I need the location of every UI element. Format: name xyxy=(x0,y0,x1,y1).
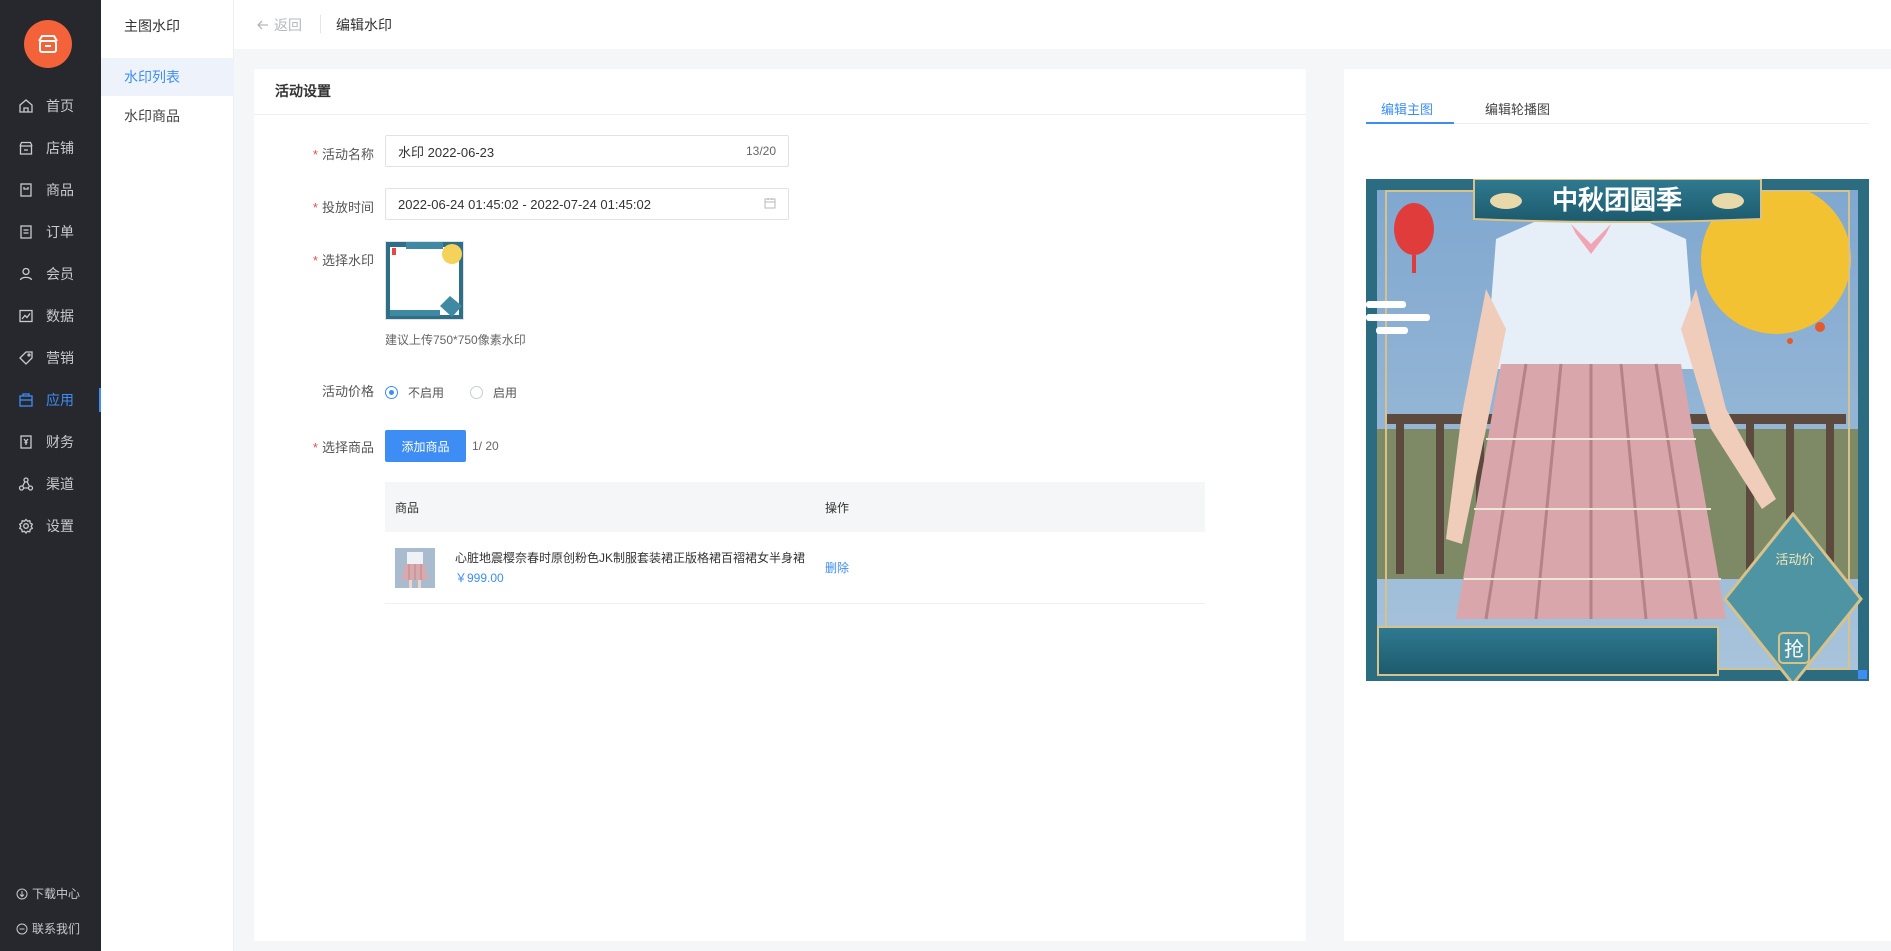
tab-active-indicator xyxy=(1366,122,1454,124)
name-label: * 活动名称 xyxy=(312,147,374,162)
order-icon xyxy=(18,224,34,240)
watermark-label: * 选择水印 xyxy=(312,253,374,268)
subnav-item-watermark-products[interactable]: 水印商品 xyxy=(101,97,234,135)
preview-panel: 编辑主图 编辑轮播图 中秋团圆季 活动价 抢 xyxy=(1344,69,1891,941)
divider xyxy=(320,15,321,33)
chat-icon xyxy=(16,923,28,935)
tab-edit-main-image[interactable]: 编辑主图 xyxy=(1381,99,1433,118)
nav-label: 营销 xyxy=(46,350,74,366)
page-title: 编辑水印 xyxy=(336,17,392,33)
app-icon xyxy=(18,392,34,408)
watermark-hint: 建议上传750*750像素水印 xyxy=(385,333,526,347)
tab-edit-carousel[interactable]: 编辑轮播图 xyxy=(1485,99,1550,118)
nav-item-finance[interactable]: 财务 xyxy=(0,422,101,462)
nav-item-marketing[interactable]: 营销 xyxy=(0,338,101,378)
price-label: 活动价格 xyxy=(321,384,374,399)
back-label: 返回 xyxy=(274,17,302,33)
sub-sidebar: 主图水印 水印列表 水印商品 xyxy=(101,0,234,951)
nav-label: 首页 xyxy=(46,98,74,114)
table-row: 心脏地震樱奈春时原创粉色JK制服套装裙正版格裙百褶裙女半身裙 ￥999.00 删… xyxy=(385,532,1205,604)
subnav-item-watermark-list[interactable]: 水印列表 xyxy=(101,58,234,96)
column-header-product: 商品 xyxy=(395,500,420,515)
product-name: 心脏地震樱奈春时原创粉色JK制服套装裙正版格裙百褶裙女半身裙 xyxy=(455,551,806,565)
arrow-left-icon xyxy=(256,18,270,32)
nav-label: 财务 xyxy=(46,434,74,450)
subnav-title: 主图水印 xyxy=(124,18,180,34)
nav-item-order[interactable]: 订单 xyxy=(0,212,101,252)
gear-icon xyxy=(18,518,34,534)
nav-item-channel[interactable]: 渠道 xyxy=(0,464,101,504)
nav-label: 会员 xyxy=(46,266,74,282)
table-header: 商品 操作 xyxy=(385,482,1205,532)
activity-name-value: 水印 2022-06-23 xyxy=(398,144,495,160)
member-icon xyxy=(18,266,34,282)
banner-text: 中秋团圆季 xyxy=(1552,186,1682,216)
nav-label: 订单 xyxy=(46,224,74,240)
download-icon xyxy=(16,888,28,900)
nav-item-product[interactable]: 商品 xyxy=(0,170,101,210)
finance-icon xyxy=(18,434,34,450)
nav-label: 店铺 xyxy=(46,140,74,156)
contact-us-label: 联系我们 xyxy=(32,922,81,936)
price-option-disabled-radio[interactable]: 不启用 xyxy=(385,384,444,401)
price-badge-text: 活动价 xyxy=(1775,553,1814,568)
back-button[interactable]: 返回 xyxy=(256,15,302,35)
product-icon xyxy=(18,182,34,198)
activity-name-input[interactable]: 水印 2022-06-23 13/20 xyxy=(385,135,789,167)
store-icon xyxy=(18,140,34,156)
store-logo[interactable] xyxy=(24,20,72,68)
delete-link[interactable]: 删除 xyxy=(825,559,849,576)
nav-label: 应用 xyxy=(46,392,74,408)
radio-label: 不启用 xyxy=(408,386,445,400)
watermark-preview-image: 中秋团圆季 活动价 抢 xyxy=(1355,168,1880,692)
watermark-thumbnail[interactable] xyxy=(385,241,464,320)
card-title: 活动设置 xyxy=(254,69,1306,115)
nav-label: 设置 xyxy=(46,518,74,534)
nav-label: 渠道 xyxy=(46,476,74,492)
download-center-link[interactable]: 下载中心 xyxy=(16,885,80,902)
app-root: 首页 店铺 商品 订单 会员 数据 营销 应用 财务 渠道 设置 下载中心 联系… xyxy=(0,0,1891,951)
channel-icon xyxy=(18,476,34,492)
price-option-enabled-radio[interactable]: 启用 xyxy=(470,384,517,401)
nav-item-settings[interactable]: 设置 xyxy=(0,506,101,546)
tag-icon xyxy=(18,350,34,366)
nav-label: 数据 xyxy=(46,308,74,324)
time-label: * 投放时间 xyxy=(312,200,374,215)
nav-item-store[interactable]: 店铺 xyxy=(0,128,101,168)
download-center-label: 下载中心 xyxy=(32,887,81,901)
date-range-value: 2022-06-24 01:45:02 - 2022-07-24 01:45:0… xyxy=(398,196,651,212)
home-icon xyxy=(18,98,34,114)
product-label: * 选择商品 xyxy=(312,440,374,455)
chart-icon xyxy=(18,308,34,324)
char-count: 13/20 xyxy=(745,144,776,158)
date-range-picker[interactable]: 2022-06-24 01:45:02 - 2022-07-24 01:45:0… xyxy=(385,188,789,220)
nav-item-member[interactable]: 会员 xyxy=(0,254,101,294)
nav-label: 商品 xyxy=(46,182,74,198)
shop-logo-icon xyxy=(38,35,58,53)
column-header-action: 操作 xyxy=(825,500,850,515)
product-thumbnail xyxy=(395,547,435,588)
nav-item-apps[interactable]: 应用 xyxy=(0,380,101,420)
contact-us-link[interactable]: 联系我们 xyxy=(16,920,80,937)
product-count: 1/ 20 xyxy=(472,439,499,453)
nav-item-data[interactable]: 数据 xyxy=(0,296,101,336)
radio-label: 启用 xyxy=(493,386,518,400)
calendar-icon[interactable] xyxy=(764,197,776,212)
nav-item-home[interactable]: 首页 xyxy=(0,86,101,126)
grab-text: 抢 xyxy=(1784,637,1804,661)
product-table: 商品 操作 心脏地震樱奈春时原创粉色JK制服套装裙正版格裙百褶裙女半身裙 ￥99… xyxy=(385,482,1205,604)
resize-handle[interactable] xyxy=(1858,670,1867,679)
add-product-button[interactable]: 添加商品 xyxy=(385,430,466,462)
activity-settings-card: 活动设置 * 活动名称 水印 2022-06-23 13/20 * 投放时间 202… xyxy=(254,69,1306,941)
top-bar: 返回 编辑水印 xyxy=(234,0,1891,49)
main-sidebar: 首页 店铺 商品 订单 会员 数据 营销 应用 财务 渠道 设置 下载中心 联系… xyxy=(0,0,101,951)
product-price: ￥999.00 xyxy=(455,571,504,585)
